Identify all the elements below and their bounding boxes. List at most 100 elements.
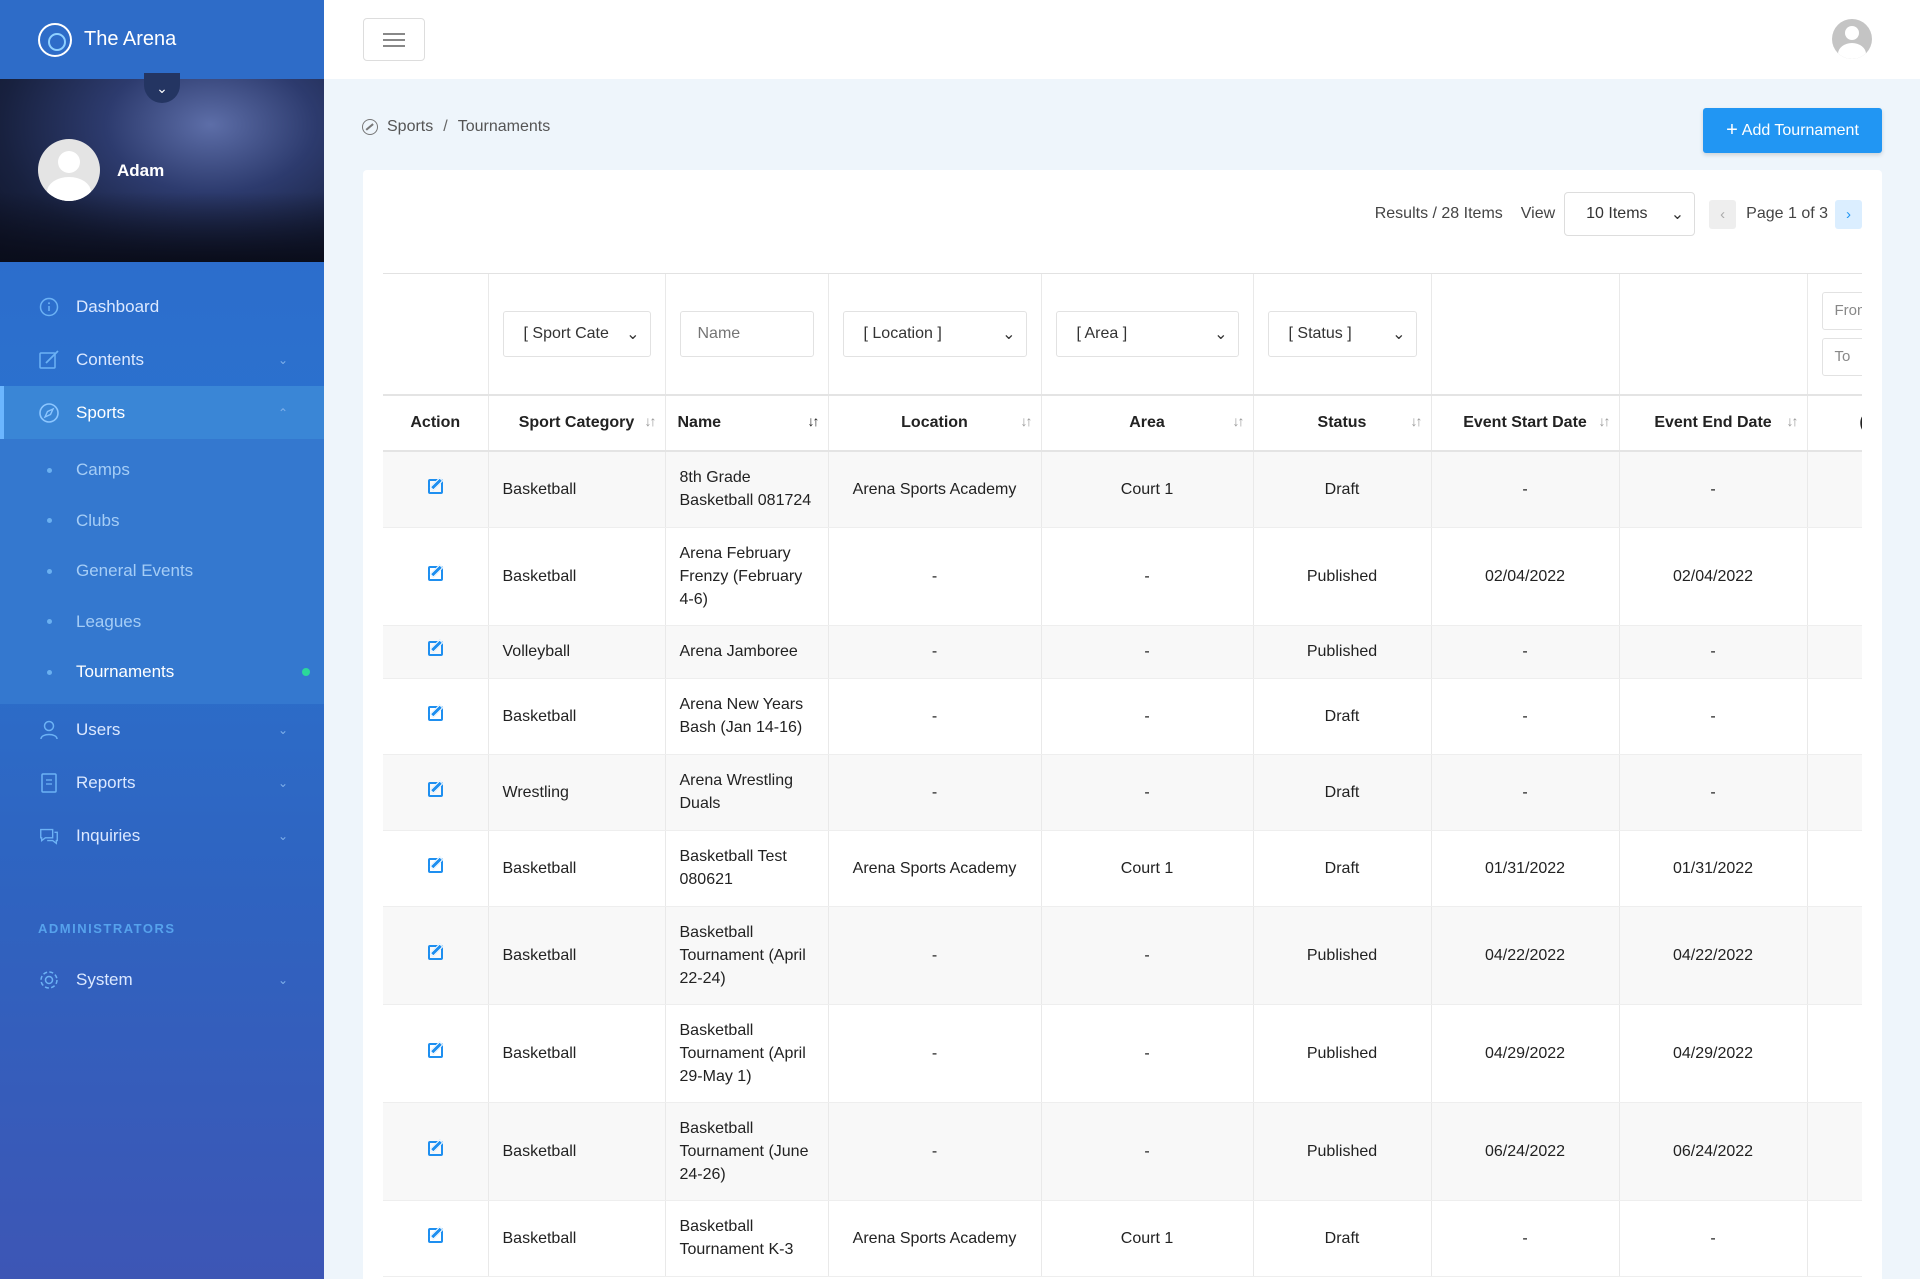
menu-toggle-button[interactable] [363,18,425,61]
sort-icon[interactable]: ↓↑ [1787,413,1799,429]
sub-item-clubs[interactable]: Clubs [0,496,324,547]
status-filter[interactable]: [ Status ] ⌄ [1267,311,1417,357]
cell-clipped [1807,678,1862,755]
cell-name: Arena February Frenzy (February 4-6) [665,527,829,626]
cell-start: - [1431,754,1620,831]
cell-category: Basketball [488,1200,666,1277]
col-name[interactable]: Name ↓↑ [665,395,829,452]
cell-area: Court 1 [1041,1200,1254,1277]
cell-location: Arena Sports Academy [828,1200,1042,1277]
brand[interactable]: The Arena [0,0,324,79]
results-summary: Results / 28 Items [1374,205,1503,222]
table-row: Basketball Basketball Tournament K-3 Arena… [383,1200,1862,1277]
breadcrumb-sports[interactable]: Sports [387,118,433,136]
cell-action [383,527,489,626]
profile-name: Adam [117,161,165,180]
table-row: Basketball Arena New Years Bash (Jan 14-1… [383,678,1862,755]
cell-area: - [1041,754,1254,831]
table-row: Basketball Basketball Test 080621 Arena Sp… [383,830,1862,907]
nav-item-system[interactable]: System ⌄ [0,954,324,1007]
cell-clipped [1807,830,1862,907]
nav-item-users[interactable]: Users ⌄ [0,704,324,757]
sub-item-tournaments[interactable]: Tournaments [0,647,324,698]
col-area[interactable]: Area ↓↑ [1041,395,1254,452]
edit-icon[interactable] [427,944,443,960]
sport-category-filter[interactable]: [ Sport Cate ⌄ [502,311,651,357]
date-range-filter: From To [1821,292,1862,376]
edit-icon[interactable] [427,1227,443,1243]
edit-icon[interactable] [427,565,443,581]
table-row: Basketball 8th Grade Basketball 081724 Are… [383,451,1862,528]
cell-start: 04/22/2022 [1431,906,1620,1005]
cell-start: 01/31/2022 [1431,830,1620,907]
section-label-administrators: ADMINISTRATORS [38,920,176,936]
nav-item-inquiries[interactable]: Inquiries ⌄ [0,810,324,863]
arena-logo-icon [38,22,72,57]
cell-action [383,906,489,1005]
add-tournament-button[interactable]: + Add Tournament [1703,108,1882,153]
name-filter-input[interactable] [679,311,814,357]
prev-page-button[interactable]: ‹ [1709,199,1737,229]
edit-icon[interactable] [427,857,443,873]
sort-icon[interactable]: ↓↑ [1411,413,1423,429]
nav-item-reports[interactable]: Reports ⌄ [0,757,324,810]
col-location[interactable]: Location ↓↑ [828,395,1042,452]
table-row: Basketball Basketball Tournament (June 24… [383,1102,1862,1201]
tournaments-table-wrap[interactable]: [ Sport Cate ⌄ [ Location ] ⌄ [ Area ] ⌄ [ … [383,273,1862,1279]
results-bar: Results / 28 Items View 10 Items ⌄ ‹ Pag… [1375,192,1862,236]
tournaments-card: Results / 28 Items View 10 Items ⌄ ‹ Pag… [363,170,1882,1279]
edit-icon[interactable] [427,1042,443,1058]
edit-icon[interactable] [427,781,443,797]
compass-icon [38,402,60,424]
cell-name: Basketball Test 080621 [665,830,829,907]
edit-icon[interactable] [427,478,443,494]
nav-item-contents[interactable]: Contents ⌄ [0,333,324,386]
cell-name: Arena Jamboree [665,625,829,679]
cell-area: - [1041,1102,1254,1201]
sort-icon[interactable]: ↓↑ [1599,413,1611,429]
edit-icon[interactable] [427,1140,443,1156]
header-row: Action Sport Category ↓↑ Name ↓↑ Location ↓… [383,395,1862,452]
area-filter[interactable]: [ Area ] ⌄ [1055,311,1239,357]
table-row: Wrestling Arena Wrestling Duals - - Draft - - [383,754,1862,831]
sub-item-general-events[interactable]: General Events [0,546,324,597]
col-event-end-label: Event End Date [1654,414,1772,431]
cell-status: Published [1253,1004,1432,1103]
nav-item-dashboard[interactable]: Dashboard [0,280,324,333]
sort-icon[interactable]: ↓↑ [645,413,657,429]
sub-item-camps[interactable]: Camps [0,445,324,496]
location-filter[interactable]: [ Location ] ⌄ [842,311,1027,357]
table-row: Basketball Arena February Frenzy (Februar… [383,527,1862,626]
nav-item-sports[interactable]: Sports ⌃ [0,386,324,439]
col-sport-category[interactable]: Sport Category ↓↑ [488,395,666,452]
cell-category: Basketball [488,451,666,528]
col-event-start[interactable]: Event Start Date ↓↑ [1431,395,1620,452]
cell-location: - [828,1004,1042,1103]
cell-status: Published [1253,1102,1432,1201]
edit-icon[interactable] [427,705,443,721]
avatar[interactable] [38,139,100,201]
sort-icon[interactable]: ↓↑ [1233,413,1245,429]
next-page-button[interactable]: › [1835,199,1862,229]
cell-end: - [1619,678,1808,755]
from-date-input[interactable]: From [1821,292,1862,330]
cell-location: - [828,906,1042,1005]
items-per-page-select[interactable]: 10 Items ⌄ [1564,192,1696,236]
cell-area: - [1041,625,1254,679]
sort-icon[interactable]: ↓↑ [1021,413,1033,429]
cell-status: Draft [1253,678,1432,755]
chevron-down-icon: ⌄ [1002,326,1016,343]
col-event-end[interactable]: Event End Date ↓↑ [1619,395,1808,452]
user-avatar-button[interactable] [1832,19,1872,59]
col-status[interactable]: Status ↓↑ [1253,395,1432,452]
cell-clipped [1807,754,1862,831]
edit-icon[interactable] [427,641,443,656]
col-location-label: Location [901,414,968,431]
sort-active-icon[interactable]: ↓↑ [808,413,820,429]
tournaments-table: [ Sport Cate ⌄ [ Location ] ⌄ [ Area ] ⌄ [ … [383,274,1862,1277]
profile-toggle-chevron-icon[interactable]: ⌄ [144,73,180,103]
breadcrumb-separator: / [443,118,448,135]
sub-item-leagues[interactable]: Leagues [0,597,324,648]
to-date-input[interactable]: To [1821,338,1862,376]
sub-item-tournaments-label: Tournaments [76,662,175,682]
